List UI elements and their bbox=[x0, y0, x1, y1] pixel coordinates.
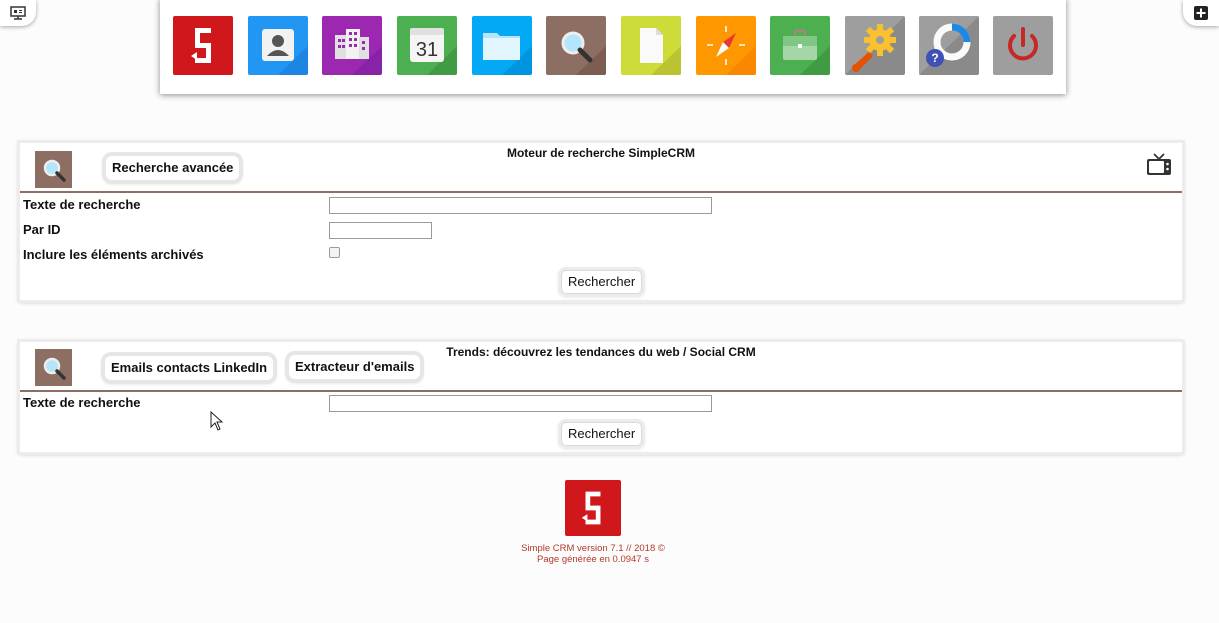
app-settings-button[interactable] bbox=[845, 16, 905, 75]
app-help-button[interactable]: ? bbox=[919, 16, 979, 75]
app-business-button[interactable] bbox=[770, 16, 830, 75]
app-navigator-button[interactable] bbox=[696, 16, 756, 75]
search-panel: Moteur de recherche SimpleCRM Recherche … bbox=[17, 140, 1185, 303]
trends-text-input[interactable] bbox=[329, 395, 712, 412]
folder-icon bbox=[472, 16, 532, 75]
presentation-tab[interactable] bbox=[0, 0, 36, 26]
footer-logo bbox=[565, 480, 621, 536]
search-id-input[interactable] bbox=[329, 222, 432, 239]
app-search-button[interactable] bbox=[546, 16, 606, 75]
tv-icon bbox=[1147, 153, 1171, 175]
advanced-search-button[interactable]: Recherche avancée bbox=[106, 156, 240, 180]
companies-icon bbox=[322, 16, 382, 75]
trends-panel-icon-tile bbox=[35, 349, 72, 386]
presentation-icon bbox=[10, 6, 26, 20]
app-calendar-button[interactable]: 31 bbox=[397, 16, 457, 75]
help-icon: ? bbox=[919, 16, 979, 75]
trends-panel-divider bbox=[20, 390, 1182, 392]
email-extractor-button[interactable]: Extracteur d'emails bbox=[289, 355, 421, 379]
document-icon bbox=[621, 16, 681, 75]
power-icon bbox=[993, 16, 1053, 75]
trends-text-label: Texte de recherche bbox=[23, 395, 141, 410]
calendar-icon: 31 bbox=[397, 16, 457, 75]
search-text-input[interactable] bbox=[329, 197, 712, 214]
search-submit-button[interactable]: Rechercher bbox=[561, 270, 643, 294]
compass-icon bbox=[696, 16, 756, 75]
app-companies-button[interactable] bbox=[322, 16, 382, 75]
footer-generated-time: Page générée en 0.0947 s bbox=[537, 554, 649, 565]
footer-version: Simple CRM version 7.1 // 2018 © bbox=[521, 543, 665, 554]
search-text-label: Texte de recherche bbox=[23, 197, 141, 212]
app-documents-button[interactable] bbox=[621, 16, 681, 75]
trends-submit-button[interactable]: Rechercher bbox=[561, 422, 643, 446]
magnifier-icon bbox=[43, 159, 66, 182]
mouse-cursor-icon bbox=[210, 411, 224, 431]
svg-text:?: ? bbox=[931, 51, 938, 65]
contacts-icon bbox=[248, 16, 308, 75]
search-panel-divider bbox=[20, 191, 1182, 193]
calendar-day-label: 31 bbox=[416, 39, 438, 61]
search-id-label: Par ID bbox=[23, 222, 61, 237]
app-contacts-button[interactable] bbox=[248, 16, 308, 75]
search-panel-icon-tile bbox=[35, 151, 72, 188]
archived-label: Inclure les éléments archivés bbox=[23, 247, 204, 262]
app-logout-button[interactable] bbox=[993, 16, 1053, 75]
archived-checkbox[interactable] bbox=[329, 247, 340, 258]
simplecrm-logo-icon bbox=[173, 16, 233, 75]
simplecrm-logo-icon bbox=[581, 491, 601, 525]
settings-icon bbox=[845, 16, 905, 75]
add-tab[interactable] bbox=[1183, 0, 1219, 26]
tv-toggle[interactable] bbox=[1146, 153, 1172, 180]
briefcase-icon bbox=[770, 16, 830, 75]
search-icon bbox=[546, 16, 606, 75]
trends-panel: Trends: découvrez les tendances du web /… bbox=[17, 339, 1185, 455]
magnifier-icon bbox=[43, 357, 66, 380]
linkedin-emails-button[interactable]: Emails contacts LinkedIn bbox=[105, 356, 274, 380]
app-home-button[interactable] bbox=[173, 16, 233, 75]
app-toolbar: 31 ? bbox=[160, 0, 1066, 94]
plus-square-icon bbox=[1194, 6, 1208, 20]
app-files-button[interactable] bbox=[472, 16, 532, 75]
